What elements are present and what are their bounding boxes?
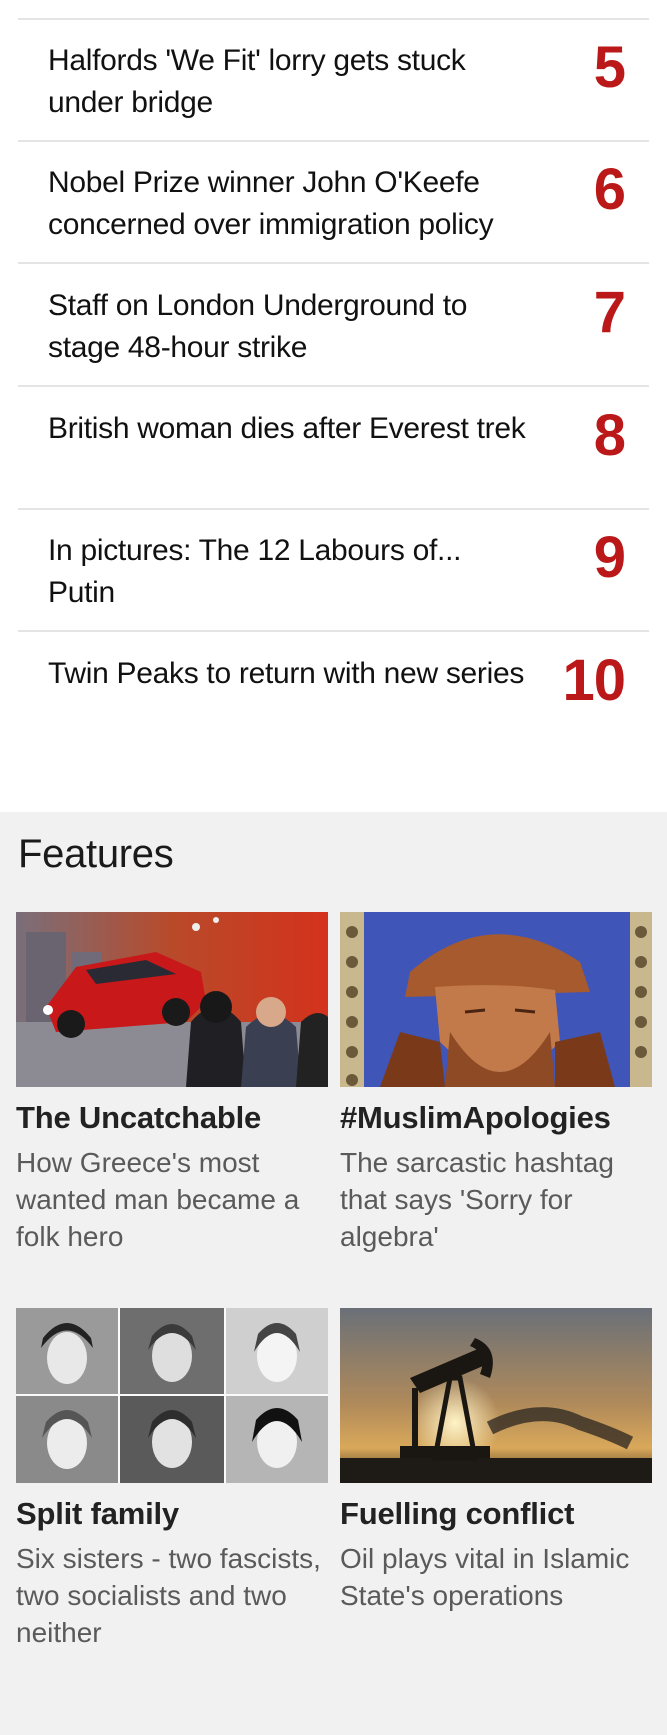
feature-card-uncatchable[interactable]: The Uncatchable How Greece's most wanted… [16, 912, 328, 1272]
feature-title[interactable]: Split family [16, 1494, 346, 1534]
rank-number: 9 [593, 525, 626, 590]
feature-image-car-police[interactable] [16, 912, 328, 1087]
rank-number: 6 [593, 157, 626, 222]
headline-link[interactable]: Halfords 'We Fit' lorry gets stuck under… [48, 40, 528, 124]
rank-number: 10 [562, 648, 626, 713]
feature-card-split-family[interactable]: Split family Six sisters - two fascists,… [16, 1308, 328, 1708]
headline-link[interactable]: In pictures: The 12 Labours of... Putin [48, 530, 528, 614]
feature-image-oil-pump[interactable] [340, 1308, 652, 1483]
feature-summary: Oil plays vital in Islamic State's opera… [340, 1543, 630, 1611]
most-read-item-9[interactable]: In pictures: The 12 Labours of... Putin … [18, 510, 649, 632]
features-section: Features The Uncatchable How Greece's mo… [0, 812, 667, 1735]
feature-summary: The sarcastic hashtag that says 'Sorry f… [340, 1147, 614, 1252]
headline-link[interactable]: British woman dies after Everest trek [48, 408, 528, 450]
rank-number: 7 [593, 280, 626, 345]
feature-summary: How Greece's most wanted man became a fo… [16, 1147, 300, 1252]
rank-number: 5 [593, 35, 626, 100]
feature-image-scholar-banknote[interactable] [340, 912, 652, 1087]
rank-number: 8 [593, 403, 626, 468]
feature-title[interactable]: #MuslimApologies [340, 1098, 667, 1138]
most-read-item-8[interactable]: British woman dies after Everest trek 8 [18, 388, 649, 510]
most-read-item-10[interactable]: Twin Peaks to return with new series 10 [18, 633, 649, 755]
most-read-item-7[interactable]: Staff on London Underground to stage 48-… [18, 265, 649, 387]
feature-title[interactable]: Fuelling conflict [340, 1494, 667, 1534]
feature-image-six-sisters[interactable] [16, 1308, 328, 1483]
feature-title[interactable]: The Uncatchable [16, 1098, 346, 1138]
headline-link[interactable]: Staff on London Underground to stage 48-… [48, 285, 528, 369]
feature-card-muslim-apologies[interactable]: #MuslimApologies The sarcastic hashtag t… [340, 912, 652, 1272]
headline-link[interactable]: Nobel Prize winner John O'Keefe concerne… [48, 162, 528, 246]
headline-link[interactable]: Twin Peaks to return with new series [48, 653, 528, 695]
most-read-item-6[interactable]: Nobel Prize winner John O'Keefe concerne… [18, 142, 649, 264]
features-heading: Features [18, 832, 174, 876]
most-read-item-5[interactable]: Halfords 'We Fit' lorry gets stuck under… [18, 20, 649, 142]
feature-card-fuelling-conflict[interactable]: Fuelling conflict Oil plays vital in Isl… [340, 1308, 652, 1668]
feature-summary: Six sisters - two fascists, two socialis… [16, 1543, 321, 1648]
